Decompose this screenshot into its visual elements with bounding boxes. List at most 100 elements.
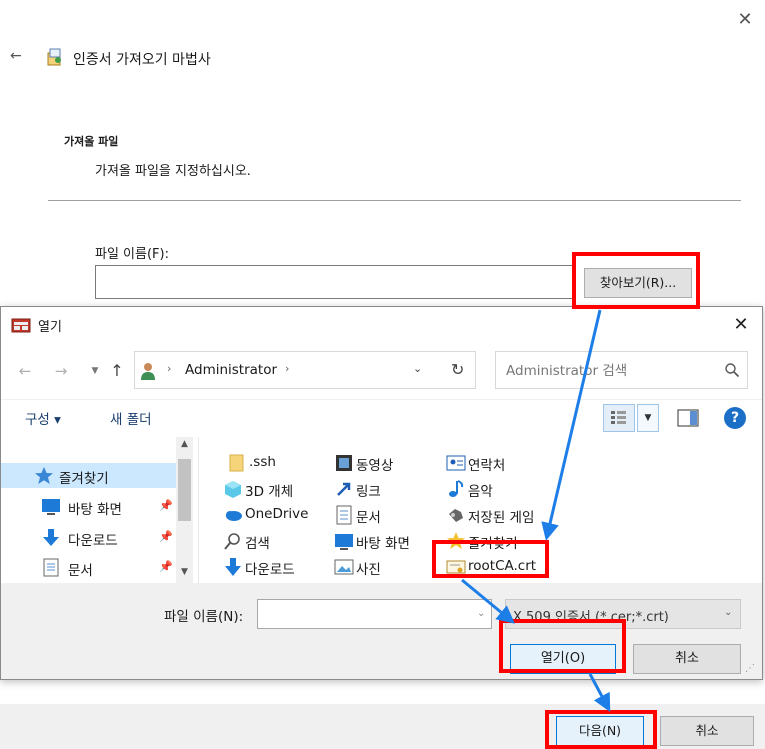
open-file-dialog: 열기 ✕ ← → ▼ ↑ › Administrator › ⌄ ↻ 구성 ▾ bbox=[0, 306, 763, 680]
file-name-combobox[interactable]: ⌄ bbox=[257, 599, 492, 629]
video-icon bbox=[336, 455, 352, 471]
download-icon bbox=[225, 558, 241, 576]
3d-objects-icon bbox=[225, 481, 241, 498]
chevron-down-icon[interactable]: ▼ bbox=[85, 361, 105, 381]
file-name-input[interactable] bbox=[95, 265, 573, 299]
sidebar-item-label: 다운로드 bbox=[68, 533, 118, 549]
up-arrow-icon[interactable]: ↑ bbox=[107, 361, 127, 381]
contacts-icon bbox=[446, 455, 466, 471]
new-folder-button[interactable]: 새 폴더 bbox=[110, 408, 152, 428]
next-button[interactable]: 다음(N) bbox=[556, 716, 644, 746]
search-box[interactable] bbox=[495, 351, 748, 389]
browse-button[interactable]: 찾아보기(R)... bbox=[584, 268, 692, 298]
file-item-label: 음악 bbox=[468, 484, 493, 500]
chevron-up-icon[interactable]: ▲ bbox=[176, 439, 193, 449]
back-arrow-icon[interactable]: ← bbox=[10, 46, 28, 66]
scrollbar-thumb[interactable] bbox=[178, 459, 191, 521]
address-segment[interactable]: Administrator bbox=[185, 362, 277, 378]
certificate-wizard-icon bbox=[47, 48, 61, 66]
desktop-icon bbox=[42, 499, 60, 515]
file-item-label: 문서 bbox=[356, 510, 381, 526]
file-item-label: OneDrive bbox=[245, 506, 309, 522]
open-dialog-icon bbox=[11, 318, 31, 333]
dialog-title: 열기 bbox=[38, 320, 62, 335]
view-options-button[interactable] bbox=[603, 404, 635, 432]
section-title: 가져올 파일 bbox=[64, 135, 119, 148]
sidebar-item-label: 바탕 화면 bbox=[68, 502, 122, 518]
pin-icon[interactable]: 📌 bbox=[159, 499, 173, 512]
close-icon[interactable]: ✕ bbox=[728, 312, 754, 338]
navigation-pane: 즐겨찾기 바탕 화면 📌 다운로드 📌 문서 📌 ▲ ▼ bbox=[1, 437, 198, 583]
certificate-icon bbox=[446, 560, 466, 574]
organize-button[interactable]: 구성 ▾ bbox=[25, 408, 61, 428]
file-item-label: 연락처 bbox=[468, 458, 506, 474]
favorites-icon bbox=[447, 532, 465, 549]
resize-grip-icon[interactable]: ⋰ bbox=[745, 663, 755, 674]
divider bbox=[48, 200, 741, 201]
picture-icon bbox=[334, 559, 354, 575]
file-list: .ssh 3D 개체 OneDrive 검색 다운로드 동영상 링크 문서 바탕… bbox=[198, 437, 762, 583]
file-item-label: 동영상 bbox=[356, 458, 394, 474]
chevron-right-icon[interactable]: › bbox=[285, 362, 289, 375]
file-item-label: 즐겨찾기 bbox=[468, 536, 518, 552]
pin-icon[interactable]: 📌 bbox=[159, 560, 173, 573]
sidebar-item-label: 문서 bbox=[68, 563, 93, 579]
file-name-label: 파일 이름(F): bbox=[95, 247, 169, 262]
file-type-value: X.509 인증서 (*.cer;*.crt) bbox=[513, 610, 669, 625]
file-item-label: 사진 bbox=[356, 562, 381, 578]
link-icon bbox=[337, 482, 351, 496]
view-list-icon bbox=[611, 411, 626, 424]
help-icon[interactable]: ? bbox=[724, 407, 746, 429]
dialog-toolbar: 구성 ▾ 새 폴더 ▼ ? bbox=[1, 399, 762, 437]
file-type-select[interactable]: X.509 인증서 (*.cer;*.crt) ⌄ bbox=[505, 599, 741, 629]
forward-arrow-icon[interactable]: → bbox=[51, 361, 71, 381]
desktop-icon bbox=[335, 534, 353, 550]
wizard-footer bbox=[0, 704, 765, 749]
chevron-down-icon[interactable]: ⌄ bbox=[413, 362, 422, 375]
sidebar-item-favorites[interactable]: 즐겨찾기 bbox=[1, 463, 176, 488]
saved-games-icon bbox=[449, 509, 463, 522]
search-folder-icon bbox=[224, 533, 240, 550]
music-icon bbox=[449, 480, 464, 497]
wizard-cancel-button[interactable]: 취소 bbox=[660, 716, 754, 746]
scrollbar[interactable]: ▲ ▼ bbox=[176, 437, 193, 583]
wizard-title: 인증서 가져오기 마법사 bbox=[73, 52, 211, 68]
chevron-down-icon[interactable]: ▼ bbox=[637, 404, 659, 432]
file-item-label: 3D 개체 bbox=[245, 484, 294, 500]
sidebar-item-downloads[interactable]: 다운로드 📌 bbox=[1, 525, 176, 550]
file-item-label: 바탕 화면 bbox=[356, 536, 410, 552]
download-icon bbox=[43, 529, 59, 546]
file-item-label: rootCA.crt bbox=[468, 558, 537, 574]
file-item-label: 검색 bbox=[245, 536, 270, 552]
file-item-label: 저장된 게임 bbox=[468, 510, 535, 526]
address-bar[interactable]: › Administrator › ⌄ ↻ bbox=[134, 351, 476, 389]
back-arrow-icon[interactable]: ← bbox=[15, 361, 35, 381]
sidebar-item-documents[interactable]: 문서 📌 bbox=[1, 555, 176, 580]
close-icon[interactable]: ✕ bbox=[733, 8, 757, 32]
file-item-label: 다운로드 bbox=[245, 562, 295, 578]
chevron-right-icon[interactable]: › bbox=[167, 362, 171, 375]
preview-pane-icon[interactable] bbox=[677, 408, 699, 428]
search-icon bbox=[725, 363, 740, 378]
search-input[interactable] bbox=[506, 361, 716, 381]
user-icon bbox=[141, 363, 155, 380]
chevron-down-icon[interactable]: ⌄ bbox=[477, 608, 485, 619]
refresh-icon[interactable]: ↻ bbox=[451, 360, 464, 379]
star-icon bbox=[35, 467, 53, 484]
dialog-bottom-bar: 파일 이름(N): ⌄ X.509 인증서 (*.cer;*.crt) ⌄ 열기… bbox=[1, 583, 762, 679]
file-name-label: 파일 이름(N): bbox=[164, 609, 244, 625]
file-item-label: 링크 bbox=[356, 484, 381, 500]
file-item-label: .ssh bbox=[249, 454, 276, 470]
document-icon bbox=[43, 558, 59, 577]
sidebar-item-label: 즐겨찾기 bbox=[59, 471, 109, 487]
sidebar-item-desktop[interactable]: 바탕 화면 📌 bbox=[1, 494, 176, 519]
open-button[interactable]: 열기(O) bbox=[510, 644, 616, 674]
chevron-down-icon[interactable]: ⌄ bbox=[724, 607, 732, 618]
section-description: 가져올 파일을 지정하십시오. bbox=[95, 164, 251, 179]
document-icon bbox=[336, 505, 352, 525]
chevron-down-icon[interactable]: ▼ bbox=[176, 567, 193, 577]
navigation-bar: ← → ▼ ↑ › Administrator › ⌄ ↻ bbox=[1, 343, 762, 399]
pin-icon[interactable]: 📌 bbox=[159, 530, 173, 543]
dialog-cancel-button[interactable]: 취소 bbox=[633, 644, 741, 674]
dialog-titlebar: 열기 ✕ bbox=[1, 307, 762, 343]
